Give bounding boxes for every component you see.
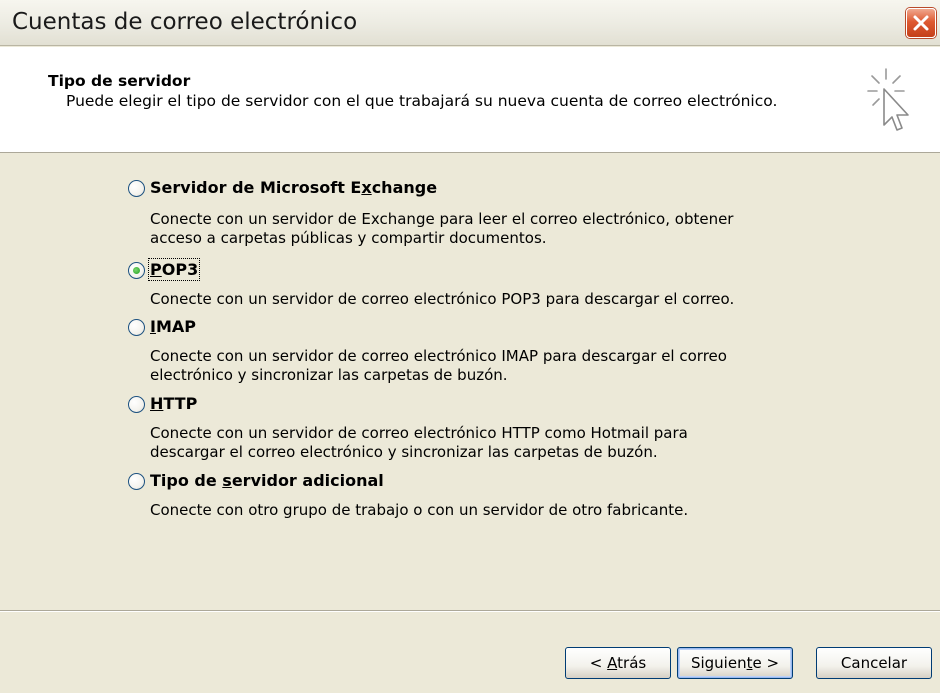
option-exchange-description: Conecte con un servidor de Exchange para… xyxy=(150,210,734,247)
next-button[interactable]: Siguiente > xyxy=(677,647,793,679)
radio-additional[interactable] xyxy=(128,473,145,490)
option-imap-description: Conecte con un servidor de correo electr… xyxy=(150,347,727,384)
radio-pop3[interactable] xyxy=(128,262,145,279)
cancel-button[interactable]: Cancelar xyxy=(816,647,932,679)
title-bar: Cuentas de correo electrónico xyxy=(0,0,940,46)
footer-separator xyxy=(0,610,940,612)
option-pop3-description: Conecte con un servidor de correo electr… xyxy=(150,290,735,308)
close-button[interactable] xyxy=(906,8,936,38)
wizard-cursor-icon xyxy=(867,68,909,131)
option-exchange-label[interactable]: Servidor de Microsoft Exchange xyxy=(150,178,437,197)
option-http-description: Conecte con un servidor de correo electr… xyxy=(150,424,688,461)
option-pop3-label[interactable]: POP3 xyxy=(147,258,201,281)
page-subtitle: Puede elegir el tipo de servidor con el … xyxy=(66,92,778,110)
radio-exchange[interactable] xyxy=(128,180,145,197)
close-icon xyxy=(913,15,929,31)
option-http-label[interactable]: HTTP xyxy=(150,394,197,413)
option-imap-label[interactable]: IMAP xyxy=(150,317,196,336)
radio-imap[interactable] xyxy=(128,319,145,336)
page-title: Tipo de servidor xyxy=(48,72,191,90)
window-title: Cuentas de correo electrónico xyxy=(12,9,358,35)
option-additional-label[interactable]: Tipo de servidor adicional xyxy=(150,471,384,490)
radio-http[interactable] xyxy=(128,396,145,413)
option-additional-description: Conecte con otro grupo de trabajo o con … xyxy=(150,501,689,519)
wizard-header: Tipo de servidor Puede elegir el tipo de… xyxy=(0,47,940,153)
back-button[interactable]: < Atrás xyxy=(565,647,671,679)
